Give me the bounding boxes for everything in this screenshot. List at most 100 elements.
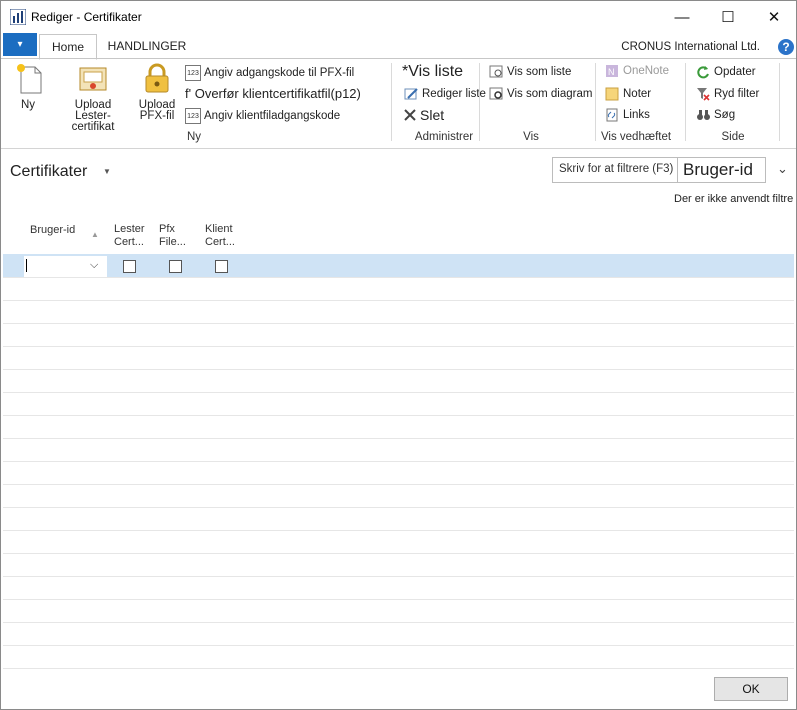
page-title-dropdown-icon[interactable]: ▼ [103, 167, 111, 176]
pfx-file-checkbox[interactable] [169, 260, 182, 273]
app-logo-icon [10, 9, 26, 25]
upload-lester-button[interactable]: Upload Lester-certifikat [59, 63, 127, 133]
link-icon [606, 108, 618, 122]
row-divider [3, 415, 794, 416]
expand-filter-icon[interactable]: ⌄ [777, 161, 788, 177]
view-as-chart-button[interactable]: Vis som diagram [489, 87, 592, 101]
lock-icon [145, 63, 169, 93]
group-label-vis: Vis [523, 131, 539, 143]
set-client-password-button[interactable]: 123 Angiv klientfiladgangskode [185, 108, 340, 124]
row-divider [3, 645, 794, 646]
chevron-down-icon[interactable]: ⌵ [90, 259, 98, 272]
sort-ascending-icon: ▲ [91, 230, 99, 239]
links-label: Links [623, 109, 650, 121]
group-label-administrer: Administrer [414, 131, 474, 143]
page-title: Certifikater [10, 163, 88, 180]
row-divider [3, 323, 794, 324]
new-label: Ny [20, 99, 36, 111]
help-icon[interactable]: ? [778, 39, 794, 55]
row-divider [3, 576, 794, 577]
maximize-icon: ☐ [721, 9, 735, 26]
set-pfx-password-button[interactable]: 123 Angiv adgangskode til PFX-fil [185, 65, 354, 81]
column-header-bruger-id[interactable]: Bruger-id [30, 224, 75, 237]
notes-label: Noter [623, 88, 652, 100]
group-label-side: Side [721, 131, 745, 143]
refresh-label: Opdater [714, 66, 756, 78]
show-list-button[interactable]: *Vis liste [402, 63, 463, 81]
maximize-button[interactable]: ☐ [705, 1, 751, 33]
notes-button[interactable]: Noter [605, 87, 651, 101]
clear-filter-button[interactable]: Ryd filter [696, 87, 759, 101]
window-title: Rediger - Certifikater [31, 10, 142, 24]
delete-label: Slet [420, 107, 445, 123]
group-label-ny: Ny [186, 131, 202, 143]
row-divider [3, 668, 794, 669]
links-button[interactable]: Links [605, 108, 650, 122]
refresh-button[interactable]: Opdater [696, 65, 756, 79]
row-divider [3, 599, 794, 600]
row-divider [3, 553, 794, 554]
ribbon-separator [685, 63, 686, 141]
column-header-klient-cert[interactable]: Klient Cert... [205, 223, 239, 249]
ribbon-separator [391, 63, 392, 141]
clear-filter-label: Ryd filter [714, 88, 760, 100]
delete-button[interactable]: Slet [403, 107, 444, 123]
edit-list-button[interactable]: Rediger liste [404, 87, 486, 101]
password-icon: 123 [185, 65, 201, 81]
dialog-window: Rediger - Certifikater — ☐ ✕ ▾ Home HAND… [0, 0, 797, 710]
close-icon: ✕ [767, 9, 781, 26]
row-divider [3, 392, 794, 393]
tab-home[interactable]: Home [39, 34, 97, 60]
chevron-down-icon: ▾ [17, 39, 23, 50]
row-divider [3, 300, 794, 301]
svg-text:N: N [608, 67, 615, 77]
column-header-lester-cert[interactable]: Lester Cert... [114, 223, 148, 249]
column-header-pfx-file[interactable]: Pfx File... [159, 223, 189, 249]
view-list-icon [489, 65, 503, 78]
upload-pfx-button[interactable]: Upload PFX-fil [135, 63, 179, 123]
new-document-icon [17, 64, 42, 94]
view-as-list-label: Vis som liste [507, 66, 572, 78]
ribbon-separator [779, 63, 780, 141]
row-divider [3, 622, 794, 623]
view-as-chart-label: Vis som diagram [507, 88, 593, 100]
new-button[interactable]: Ny [11, 63, 45, 115]
ok-button[interactable]: OK [714, 677, 788, 701]
minimize-icon: — [674, 8, 690, 26]
tab-handlinger[interactable]: HANDLINGER [101, 34, 193, 58]
view-as-list-button[interactable]: Vis som liste [489, 65, 571, 79]
table-row[interactable] [3, 254, 794, 277]
klient-cert-checkbox[interactable] [215, 260, 228, 273]
transfer-client-cert-button[interactable]: f' Overfør klientcertifikatfil(p12) [185, 86, 361, 101]
minimize-button[interactable]: — [659, 1, 705, 33]
row-divider [3, 484, 794, 485]
onenote-button[interactable]: N OneNote [605, 64, 669, 78]
clear-filter-icon [697, 88, 710, 101]
delete-icon [404, 109, 416, 121]
password-icon: 123 [185, 108, 201, 124]
row-divider [3, 530, 794, 531]
row-divider [3, 438, 794, 439]
lester-cert-checkbox[interactable] [123, 260, 136, 273]
edit-list-label: Rediger liste [422, 88, 486, 100]
tab-home-label: Home [51, 40, 84, 54]
filter-input[interactable]: Skriv for at filtrere (F3) [559, 163, 673, 175]
binoculars-icon [697, 110, 710, 120]
refresh-icon [697, 66, 709, 79]
search-button[interactable]: Søg [696, 108, 735, 122]
title-bar: Rediger - Certifikater — ☐ ✕ [1, 1, 796, 33]
onenote-icon: N [606, 65, 618, 77]
filter-field-select[interactable]: Bruger-id [677, 158, 765, 182]
set-client-password-label: Angiv klientfiladgangskode [204, 110, 341, 122]
upload-lester-label: Upload Lester-certifikat [71, 99, 115, 133]
transfer-client-cert-label: f' Overfør klientcertifikatfil(p12) [185, 86, 361, 101]
filter-box[interactable]: Skriv for at filtrere (F3) Bruger-id [552, 157, 766, 183]
edit-list-icon [404, 88, 418, 100]
ribbon-separator [479, 63, 480, 141]
ribbon-separator [595, 63, 596, 141]
certificate-icon [79, 67, 107, 91]
close-button[interactable]: ✕ [751, 1, 797, 33]
search-label: Søg [714, 109, 736, 121]
file-menu-button[interactable]: ▾ [3, 33, 37, 56]
row-divider [3, 461, 794, 462]
